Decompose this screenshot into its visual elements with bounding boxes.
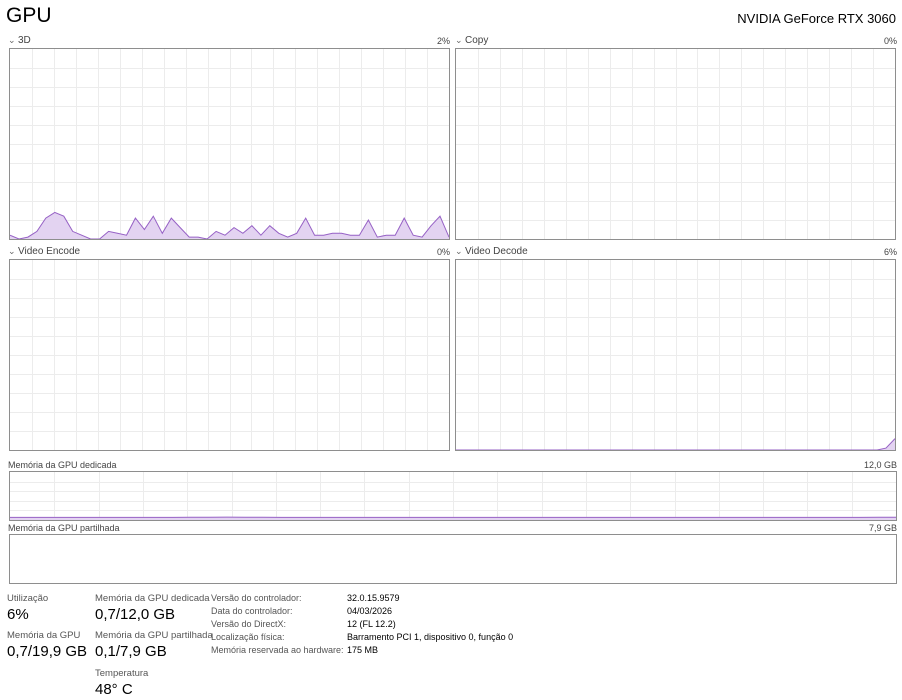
graph-copy bbox=[455, 48, 896, 240]
graph-shared-memory bbox=[9, 534, 897, 584]
graph-dedicated-memory bbox=[9, 471, 897, 521]
graph-copy-svg bbox=[456, 49, 895, 239]
dedicated-gpu-memory-label: Memória da GPU dedicada bbox=[95, 593, 210, 604]
graph-copy-label: Copy bbox=[465, 35, 489, 46]
temperature-value: 48° C bbox=[95, 681, 133, 698]
utilization-value: 6% bbox=[7, 606, 29, 623]
shared-gpu-memory-label: Memória da GPU partilhada bbox=[95, 630, 213, 641]
driver-date-value: 04/03/2026 bbox=[347, 606, 393, 616]
reserved-memory-value: 175 MB bbox=[347, 645, 379, 655]
dedicated-memory-label: Memória da GPU dedicada bbox=[8, 460, 117, 470]
dedicated-memory-max: 12,0 GB bbox=[863, 460, 897, 470]
graph-3d-percent: 2% bbox=[436, 36, 450, 46]
graph-decode-label: Video Decode bbox=[465, 246, 528, 257]
graph-3d-label: 3D bbox=[18, 35, 31, 46]
graph-video-decode bbox=[455, 259, 896, 451]
graph-dedicated-svg bbox=[10, 472, 896, 520]
graph-video-encode bbox=[9, 259, 450, 451]
graph-shared-svg bbox=[10, 535, 896, 583]
graph-encode-label: Video Encode bbox=[18, 246, 81, 257]
gpu-memory-value: 0,7/19,9 GB bbox=[7, 643, 88, 660]
shared-memory-label: Memória da GPU partilhada bbox=[8, 523, 120, 533]
shared-memory-max: 7,9 GB bbox=[868, 523, 897, 533]
chevron-down-icon: ⌄ bbox=[8, 35, 16, 45]
temperature-label: Temperatura bbox=[95, 668, 149, 679]
graph-encode-percent: 0% bbox=[436, 247, 450, 257]
utilization-label: Utilização bbox=[7, 593, 49, 604]
reserved-memory-key: Memória reservada ao hardware: bbox=[211, 645, 344, 655]
dedicated-gpu-memory-value: 0,7/12,0 GB bbox=[95, 606, 176, 623]
graph-decode-svg bbox=[456, 260, 895, 450]
graph-decode-percent: 6% bbox=[883, 247, 897, 257]
graph-decode-selector[interactable]: ⌄ Video Decode bbox=[455, 246, 528, 257]
chevron-down-icon: ⌄ bbox=[455, 35, 463, 45]
graph-3d bbox=[9, 48, 450, 240]
directx-version-value: 12 (FL 12.2) bbox=[347, 619, 396, 629]
driver-date-key: Data do controlador: bbox=[211, 606, 293, 616]
graph-3d-svg bbox=[10, 49, 449, 239]
gpu-memory-label: Memória da GPU bbox=[7, 630, 81, 641]
graph-copy-selector[interactable]: ⌄ Copy bbox=[455, 35, 488, 46]
graph-encode-svg bbox=[10, 260, 449, 450]
chevron-down-icon: ⌄ bbox=[455, 246, 463, 256]
shared-gpu-memory-value: 0,1/7,9 GB bbox=[95, 643, 167, 660]
driver-version-value: 32.0.15.9579 bbox=[347, 593, 400, 603]
gpu-device-name: NVIDIA GeForce RTX 3060 bbox=[737, 11, 896, 26]
directx-version-key: Versão do DirectX: bbox=[211, 619, 287, 629]
graph-copy-percent: 0% bbox=[883, 36, 897, 46]
graph-encode-selector[interactable]: ⌄ Video Encode bbox=[8, 246, 80, 257]
physical-location-key: Localização física: bbox=[211, 632, 285, 642]
physical-location-value: Barramento PCI 1, dispositivo 0, função … bbox=[347, 632, 514, 642]
page-title: GPU bbox=[6, 4, 52, 27]
driver-version-key: Versão do controlador: bbox=[211, 593, 302, 603]
graph-3d-selector[interactable]: ⌄ 3D bbox=[8, 35, 31, 46]
chevron-down-icon: ⌄ bbox=[8, 246, 16, 256]
